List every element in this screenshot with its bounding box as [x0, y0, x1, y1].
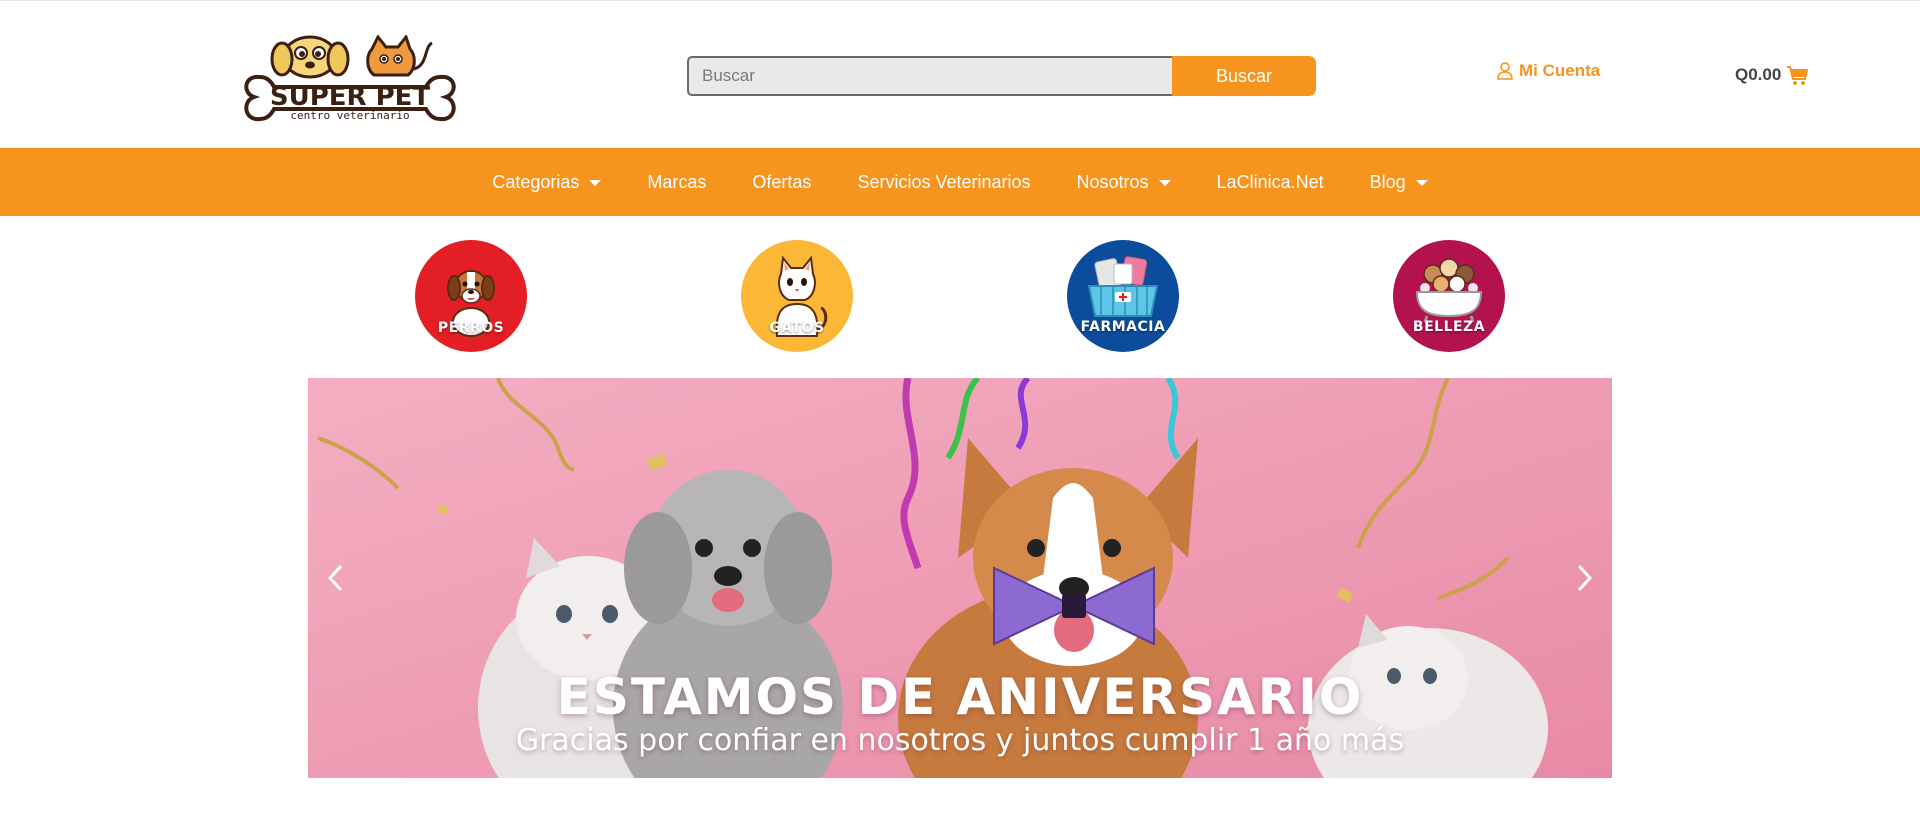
caret-down-icon — [1158, 180, 1171, 186]
hero-banner: ESTAMOS DE ANIVERSARIO Gracias por confi… — [308, 378, 1612, 778]
nav-item-label: Categorias — [492, 171, 580, 192]
pharmacy-basket-icon — [1087, 256, 1159, 317]
category-gatos[interactable]: GATOS — [741, 240, 853, 352]
category-perros[interactable]: PERROS — [415, 240, 527, 352]
banner-title: ESTAMOS DE ANIVERSARIO — [556, 668, 1364, 726]
category-label: FARMACIA — [1080, 319, 1166, 335]
search-input[interactable] — [687, 56, 1172, 96]
category-label: PERROS — [437, 320, 505, 336]
search-button[interactable]: Buscar — [1172, 56, 1316, 96]
nav-item-label: Marcas — [647, 171, 707, 192]
category-belleza[interactable]: BELLEZA — [1393, 240, 1505, 352]
main-nav: Categorias Marcas Ofertas Servicios Vete… — [0, 148, 1920, 216]
banner-prev-button[interactable] — [320, 560, 350, 596]
nav-item-label: Blog — [1369, 171, 1406, 192]
nav-item-marcas[interactable]: Marcas — [624, 148, 729, 216]
site-header: SUPER PET centro veterinario Buscar Mi C… — [0, 0, 1920, 148]
category-label: BELLEZA — [1412, 319, 1486, 335]
category-label: GATOS — [769, 320, 825, 336]
site-logo[interactable]: SUPER PET centro veterinario — [238, 35, 462, 127]
nav-item-label: Ofertas — [752, 171, 812, 192]
banner-next-button[interactable] — [1570, 560, 1600, 596]
search-bar: Buscar — [687, 56, 1316, 96]
my-account-label: Mi Cuenta — [1519, 61, 1601, 80]
banner-subtitle: Gracias por confiar en nosotros y juntos… — [515, 723, 1405, 758]
my-account-link[interactable]: Mi Cuenta — [1497, 59, 1600, 83]
nav-item-blog[interactable]: Blog — [1347, 148, 1451, 216]
chevron-right-icon — [1577, 564, 1593, 592]
cart-icon — [1787, 65, 1809, 85]
caret-down-icon — [1415, 180, 1428, 186]
chevron-left-icon — [327, 564, 343, 592]
nav-item-servicios-veterinarios[interactable]: Servicios Veterinarios — [834, 148, 1053, 216]
nav-item-categorias[interactable]: Categorias — [469, 148, 624, 216]
cart-total: Q0.00 — [1735, 65, 1782, 84]
nav-item-label: Servicios Veterinarios — [857, 171, 1031, 192]
caret-down-icon — [589, 180, 602, 186]
nav-item-ofertas[interactable]: Ofertas — [729, 148, 834, 216]
user-icon — [1497, 62, 1513, 80]
super-pet-logo: SUPER PET centro veterinario — [244, 35, 456, 122]
nav-item-label: LaClinica.Net — [1216, 171, 1324, 192]
svg-text:centro veterinario: centro veterinario — [290, 109, 409, 122]
bathtub-pets-icon — [1415, 258, 1483, 323]
cart-button[interactable]: Q0.00 — [1735, 63, 1809, 87]
nav-item-nosotros[interactable]: Nosotros — [1054, 148, 1194, 216]
nav-item-laclinica[interactable]: LaClinica.Net — [1194, 148, 1347, 216]
svg-text:SUPER PET: SUPER PET — [270, 82, 431, 112]
nav-item-label: Nosotros — [1076, 171, 1149, 192]
category-farmacia[interactable]: FARMACIA — [1067, 240, 1179, 352]
